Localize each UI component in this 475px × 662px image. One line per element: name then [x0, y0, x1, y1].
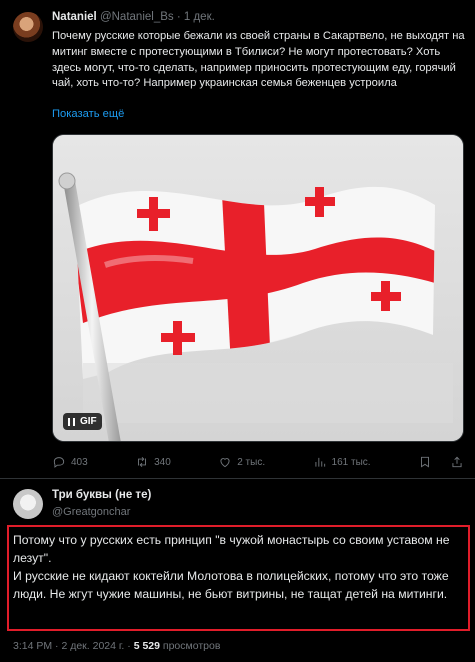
author-name[interactable]: Три буквы (не те) [52, 489, 151, 501]
original-tweet[interactable]: Nataniel @Nataniel_Bs · 1 дек. Почему ру… [0, 0, 475, 480]
repost-button[interactable]: 340 [135, 455, 171, 469]
tweet-text: Почему русские которые бежали из своей с… [52, 30, 465, 90]
pause-icon[interactable] [68, 417, 75, 426]
show-more-link[interactable]: Показать ещё [52, 108, 124, 120]
author-handle[interactable]: @Greatgonchar [52, 506, 130, 518]
tweet-meta: 3:14 PM · 2 дек. 2024 г. · 5 529 просмот… [13, 640, 220, 652]
action-bar: 403 340 2 тыс. 161 тыс. [52, 453, 464, 471]
share-icon [452, 456, 462, 468]
tweet-full-date[interactable]: 2 дек. 2024 г. [61, 640, 124, 652]
bookmark-icon [421, 456, 429, 468]
secondary-actions [418, 455, 464, 469]
bookmark-button[interactable] [418, 455, 432, 469]
gif-badge[interactable]: GIF [63, 413, 102, 430]
gif-media[interactable]: GIF [52, 134, 464, 442]
avatar[interactable] [13, 12, 43, 42]
tweet-date[interactable]: 1 дек. [184, 11, 215, 23]
reply-button[interactable]: 403 [52, 455, 88, 469]
tweet-header: Nataniel @Nataniel_Bs · 1 дек. [52, 11, 215, 23]
gif-label: GIF [80, 416, 97, 427]
header-separator: · [173, 11, 184, 23]
georgian-flag-image [53, 135, 463, 441]
like-count: 2 тыс. [237, 456, 266, 468]
author-handle[interactable]: @Nataniel_Bs [100, 11, 174, 23]
tweet-divider [0, 478, 475, 479]
tweet-text: Потому что у русских есть принцип "в чуж… [13, 531, 468, 603]
avatar[interactable] [13, 489, 43, 519]
tweet-text-content: Потому что у русских есть принцип "в чуж… [13, 533, 450, 601]
meta-separator: · [124, 640, 134, 652]
repost-count: 340 [154, 456, 171, 468]
views-label: просмотров [162, 640, 221, 652]
tweet-time[interactable]: 3:14 PM [13, 640, 52, 652]
share-button[interactable] [450, 455, 464, 469]
views-count: 5 529 [133, 640, 160, 652]
views-button[interactable]: 161 тыс. [313, 455, 371, 469]
like-button[interactable]: 2 тыс. [218, 455, 265, 469]
repost-icon [138, 457, 147, 467]
views-count: 161 тыс. [331, 456, 371, 468]
author-name[interactable]: Nataniel [52, 11, 97, 23]
reply-icon [53, 457, 65, 468]
views-chart-icon [314, 457, 325, 467]
reply-count: 403 [71, 456, 88, 468]
heart-icon [220, 458, 230, 468]
